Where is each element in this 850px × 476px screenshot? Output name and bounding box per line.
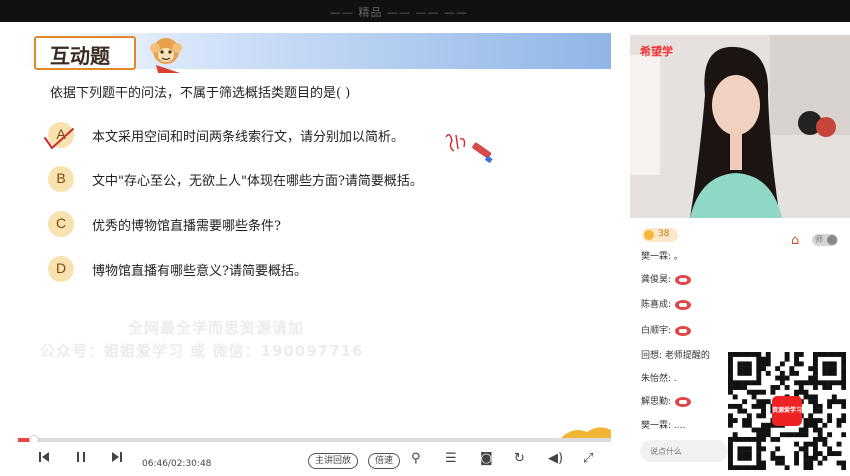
likes-counter[interactable]: 38 [642,228,678,242]
leaves-decoration-icon [561,427,611,438]
pin-icon[interactable]: ⚲ [411,450,421,468]
pen-annotation-icon [445,134,493,164]
chat-user: 樊一霖: [641,421,672,431]
chat-user: 解思勤: [641,397,672,407]
teacher-only-toggle[interactable]: 师 [812,234,838,246]
teacher-video: 希望学 [630,35,850,218]
chat-input[interactable] [640,440,728,462]
chat-message: 陈喜成: [641,296,692,314]
lips-emoji-icon [675,396,692,407]
lesson-slide: 互动题 依据下列题干的问法，不属于筛选概括类题目的是( ) A 本文采用空间和时… [18,33,611,438]
chat-text: .... [673,421,686,431]
option-d-letter: D [55,260,67,276]
monkey-mascot-icon [150,38,182,73]
replay-button[interactable]: 主讲回放 [308,453,359,469]
option-c-letter: C [55,215,67,231]
chat-user: 樊一霖: [641,252,672,262]
chat-message: 朱怡然: . [641,370,677,388]
chat-text: 老师提醒的 [664,351,710,361]
watermark-line-2: 公众号：姐姐爱学习 或 微信：190097716 [40,342,364,360]
record-icon[interactable]: ◙ [480,450,493,468]
speed-button[interactable]: 倍速 [368,453,401,469]
slide-title: 互动题 [50,44,110,68]
window-title: —— 精品 —— —— —— [330,6,468,19]
teacher-camera-image [630,35,850,218]
subtitle-icon[interactable]: ☰ [445,450,457,468]
like-icon [644,230,654,240]
chat-user: 朱怡然: [641,374,672,384]
toggle-label: 师 [815,235,823,244]
player-controls: 06:46/02:30:48 主讲回放 倍速 ⚲ ☰ ◙ ↻ ◀) ⤢ [18,442,611,476]
lips-emoji-icon [675,325,692,336]
app-window: —— 精品 —— —— —— 互动题 依据下列题干的问法，不属于筛选概括类题目的… [0,0,850,476]
lips-emoji-icon [675,299,692,310]
loop-icon[interactable]: ↻ [514,450,525,468]
brand-logo: 希望学 [640,45,673,58]
toggle-knob [827,235,837,245]
chat-message: 樊一霖: .... [641,417,685,435]
chat-message: 回想: 老师提醒的 [641,347,710,365]
option-c[interactable]: C 优秀的博物馆直播需要哪些条件? [48,211,588,237]
slide-title-box: 互动题 [34,36,136,70]
option-d[interactable]: D 博物馆直播有哪些意义?请简要概括。 [48,256,588,282]
watermark-line-1: 全网最全学而思资源请加 [128,319,305,337]
lips-emoji-icon [675,274,692,285]
likes-count: 38 [658,229,670,239]
house-icon[interactable]: ⌂ [791,233,805,248]
chat-message: 龚俊昊: [641,271,692,289]
skip-back-icon[interactable] [38,450,50,468]
question-text: 依据下列题干的问法，不属于筛选概括类题目的是( ) [50,86,351,101]
chat-message: 樊一霖: 。 [641,248,683,266]
top-title-bar: —— 精品 —— —— —— [0,0,850,22]
red-checkmark-annotation-icon [44,128,74,150]
pause-icon[interactable] [75,450,87,468]
chat-text: . [673,374,677,384]
chat-message: 解思勤: [641,393,692,411]
chat-user: 白顺宇: [641,326,672,336]
chat-text: 。 [673,252,683,262]
chat-user: 龚俊昊: [641,275,672,285]
fullscreen-icon[interactable]: ⤢ [583,450,593,468]
playback-time: 06:46/02:30:48 [142,459,212,469]
skip-forward-icon[interactable] [111,450,123,468]
option-b-letter: B [56,170,66,186]
option-d-text: 博物馆直播有哪些意义?请简要概括。 [92,264,307,279]
option-a[interactable]: A 本文采用空间和时间两条线索行文，请分别加以简析。 [48,122,588,148]
option-b-text: 文中"存心至公，无欲上人"体现在哪些方面?请简要概括。 [92,174,423,189]
option-a-text: 本文采用空间和时间两条线索行文，请分别加以简析。 [92,130,405,145]
qr-center-logo: 资源爱学习 [772,396,802,426]
option-b[interactable]: B 文中"存心至公，无欲上人"体现在哪些方面?请简要概括。 [48,166,588,192]
chat-user: 回想: [641,351,663,361]
volume-icon[interactable]: ◀) [548,450,563,468]
option-c-text: 优秀的博物馆直播需要哪些条件? [92,219,281,234]
qr-code-overlay: 资源爱学习 [728,352,847,471]
chat-user: 陈喜成: [641,300,672,310]
chat-message: 白顺宇: [641,322,692,340]
